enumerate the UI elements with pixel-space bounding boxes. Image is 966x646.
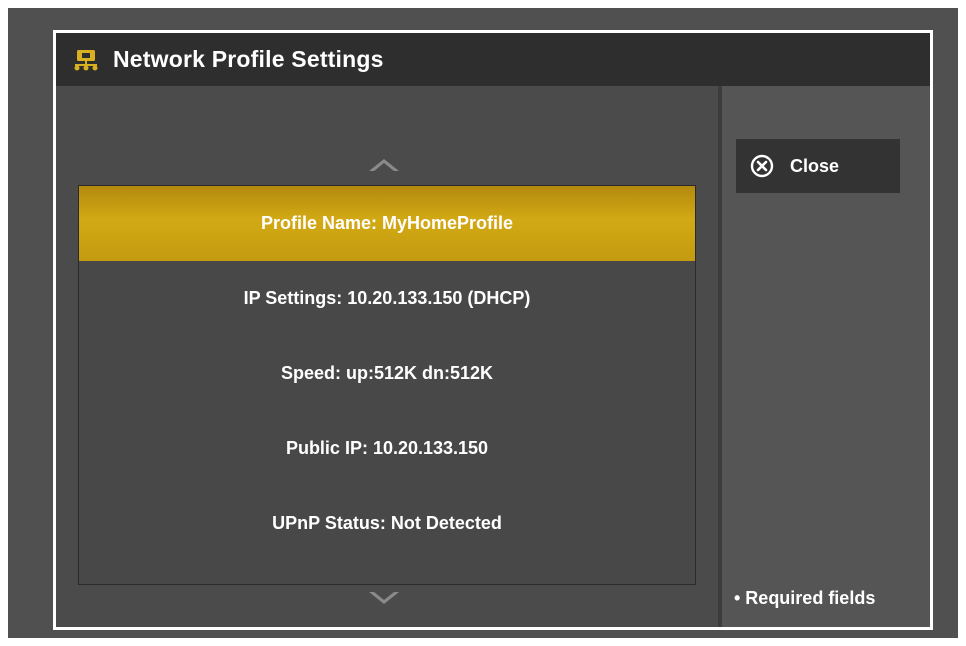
screen-background: Network Profile Settings Profile Name: M… <box>8 8 958 638</box>
required-fields-note: • Required fields <box>734 588 876 608</box>
list-item-upnp-status[interactable]: UPnP Status: Not Detected <box>79 486 695 561</box>
list-item-label: Public IP: 10.20.133.150 <box>285 438 489 458</box>
scroll-up-button[interactable] <box>364 152 404 176</box>
network-profile-dialog: Network Profile Settings Profile Name: M… <box>53 30 933 630</box>
chevron-down-icon <box>369 592 399 604</box>
profile-list-pane: Profile Name: MyHomeProfile IP Settings:… <box>56 86 718 627</box>
list-item-label: Profile Name: MyHomeProfile <box>260 213 514 233</box>
close-circle-icon <box>750 154 774 178</box>
dialog-titlebar: Network Profile Settings <box>56 33 930 86</box>
profile-settings-list: Profile Name: MyHomeProfile IP Settings:… <box>78 185 696 585</box>
network-profile-icon <box>73 49 99 71</box>
list-item-profile-name[interactable]: Profile Name: MyHomeProfile <box>79 186 695 261</box>
scroll-down-button[interactable] <box>364 587 404 611</box>
list-item-label: IP Settings: 10.20.133.150 (DHCP) <box>243 288 531 308</box>
close-button[interactable]: Close <box>736 139 900 193</box>
list-item-public-ip[interactable]: Public IP: 10.20.133.150 <box>79 411 695 486</box>
chevron-up-icon <box>369 159 399 171</box>
list-item-speed[interactable]: Speed: up:512K dn:512K <box>79 336 695 411</box>
list-item-label: Speed: up:512K dn:512K <box>280 363 494 383</box>
side-action-pane: Close • Required fields <box>718 86 930 627</box>
list-item-ip-settings[interactable]: IP Settings: 10.20.133.150 (DHCP) <box>79 261 695 336</box>
close-button-label: Close <box>790 155 840 176</box>
list-item-label: UPnP Status: Not Detected <box>272 513 502 533</box>
dialog-title: Network Profile Settings <box>113 46 384 72</box>
